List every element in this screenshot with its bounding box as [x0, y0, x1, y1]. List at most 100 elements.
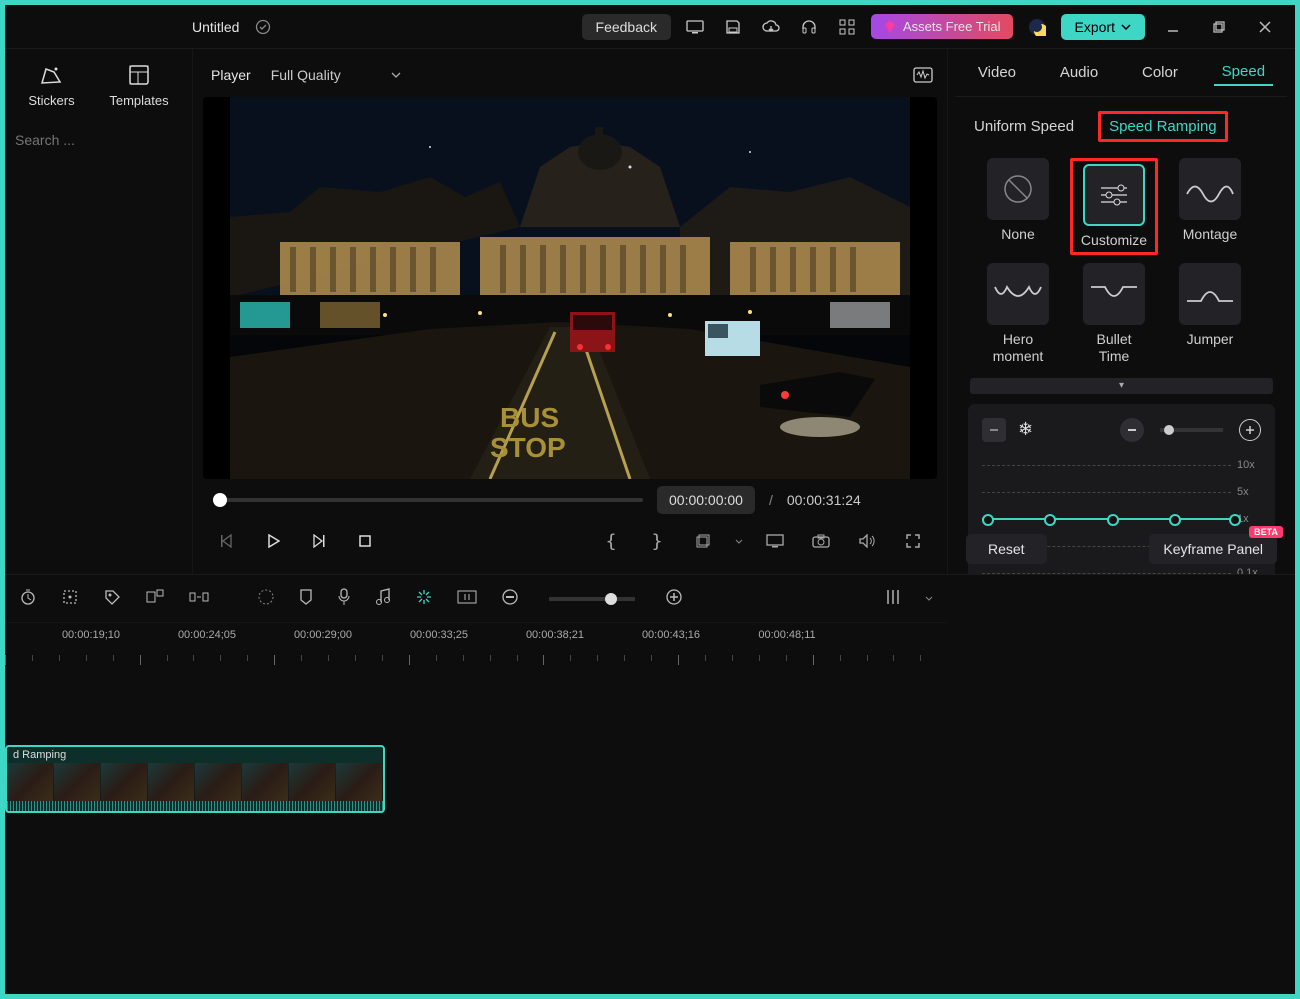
- time-divider: /: [769, 492, 773, 508]
- insert-tool[interactable]: [457, 590, 477, 607]
- tab-stickers[interactable]: Stickers: [28, 63, 74, 108]
- window-close[interactable]: [1247, 13, 1283, 41]
- zoom-slider[interactable]: [549, 597, 635, 601]
- mark-out-button[interactable]: }: [643, 527, 671, 555]
- current-time: 00:00:00:00: [657, 486, 755, 514]
- quality-label: Full Quality: [271, 67, 341, 83]
- speed-slider-handle[interactable]: [1164, 425, 1174, 435]
- feedback-button[interactable]: Feedback: [582, 14, 671, 40]
- quality-select[interactable]: Full Quality: [271, 67, 401, 83]
- diamond-icon: [883, 20, 897, 34]
- zoom-handle[interactable]: [605, 593, 617, 605]
- preset-customize[interactable]: Customize: [1075, 164, 1153, 250]
- freeze-icon[interactable]: ❄: [1018, 419, 1033, 440]
- fullscreen-button[interactable]: [899, 527, 927, 555]
- assets-trial-label: Assets Free Trial: [903, 19, 1001, 34]
- reset-button[interactable]: Reset: [966, 534, 1047, 564]
- timer-tool[interactable]: [19, 588, 37, 609]
- assets-trial-button[interactable]: Assets Free Trial: [871, 14, 1013, 39]
- prev-frame-button[interactable]: [213, 527, 241, 555]
- scrub-handle[interactable]: [213, 493, 227, 507]
- waveform-icon[interactable]: [909, 61, 937, 89]
- player-panel: Player Full Quality: [193, 49, 947, 574]
- tab-templates[interactable]: Templates: [109, 63, 168, 108]
- speed-slider[interactable]: [1160, 428, 1223, 432]
- keyframe-dot[interactable]: [1044, 514, 1056, 526]
- clip-thumbnails: [7, 763, 383, 801]
- marker-tool[interactable]: [299, 588, 313, 609]
- delete-keyframe-button[interactable]: [982, 418, 1006, 442]
- snapshot-button[interactable]: [807, 527, 835, 555]
- chevron-down-icon[interactable]: [925, 596, 933, 601]
- ruler-mark: 00:00:48;11: [758, 629, 815, 641]
- play-button[interactable]: [259, 527, 287, 555]
- headphones-icon[interactable]: [795, 13, 823, 41]
- chevron-down-icon: [391, 72, 401, 78]
- keyframe-panel-button[interactable]: BETA Keyframe Panel: [1149, 534, 1277, 564]
- keyframe-dot[interactable]: [982, 514, 994, 526]
- preset-none[interactable]: None: [974, 158, 1062, 255]
- chevron-down-icon[interactable]: [735, 539, 743, 544]
- zoom-in-button[interactable]: [665, 588, 683, 609]
- ruler-mark: 00:00:43;16: [642, 629, 700, 641]
- zoom-out-button[interactable]: [501, 588, 519, 609]
- stop-button[interactable]: [351, 527, 379, 555]
- ripple-tool[interactable]: [189, 589, 209, 608]
- video-preview[interactable]: BUS STOP: [203, 97, 937, 479]
- preset-hero[interactable]: Hero moment: [974, 263, 1062, 366]
- screen-icon[interactable]: [681, 13, 709, 41]
- customize-icon: [1097, 181, 1131, 209]
- window-maximize[interactable]: [1201, 13, 1237, 41]
- svg-text:BUS: BUS: [500, 402, 559, 433]
- apps-icon[interactable]: [833, 13, 861, 41]
- keyframe-dot[interactable]: [1169, 514, 1181, 526]
- tag-tool[interactable]: [103, 588, 121, 609]
- tab-speed[interactable]: Speed: [1214, 59, 1273, 86]
- tab-color[interactable]: Color: [1134, 60, 1186, 85]
- plus-button[interactable]: [1239, 419, 1261, 441]
- tab-video[interactable]: Video: [970, 60, 1024, 85]
- save-icon[interactable]: [719, 13, 747, 41]
- window-minimize[interactable]: [1155, 13, 1191, 41]
- preset-montage[interactable]: Montage: [1166, 158, 1254, 255]
- none-icon: [1001, 172, 1035, 206]
- volume-button[interactable]: [853, 527, 881, 555]
- export-button[interactable]: Export: [1061, 14, 1145, 40]
- minus-button[interactable]: [1120, 418, 1144, 442]
- project-title: Untitled: [192, 19, 239, 35]
- select-tool[interactable]: [61, 588, 79, 609]
- ruler-mark: 00:00:19;10: [62, 629, 120, 641]
- crop-button[interactable]: [689, 527, 717, 555]
- uniform-speed-tab[interactable]: Uniform Speed: [974, 118, 1074, 135]
- play-forward-button[interactable]: [305, 527, 333, 555]
- timeline-ruler[interactable]: 00:00:19;10 00:00:24;05 00:00:29;00 00:0…: [5, 623, 947, 665]
- clip-label: d Ramping: [7, 747, 383, 763]
- tab-audio[interactable]: Audio: [1052, 60, 1106, 85]
- hero-icon: [993, 279, 1043, 309]
- magic-tool[interactable]: [415, 588, 433, 609]
- search-input[interactable]: [15, 132, 196, 148]
- player-header-label: Player: [211, 67, 251, 83]
- preset-bullet[interactable]: Bullet Time: [1070, 263, 1158, 366]
- graph-label-01x: 0.1x: [1237, 567, 1261, 574]
- mixer-tool[interactable]: [885, 588, 901, 609]
- timeline-clip[interactable]: d Ramping: [5, 745, 385, 813]
- display-button[interactable]: [761, 527, 789, 555]
- speed-ramping-tab[interactable]: Speed Ramping: [1098, 111, 1228, 142]
- expand-presets[interactable]: ▾: [970, 378, 1273, 394]
- preset-montage-label: Montage: [1183, 226, 1237, 244]
- cloud-sync-icon[interactable]: [249, 13, 277, 41]
- mic-tool[interactable]: [337, 588, 351, 609]
- keyframe-dot[interactable]: [1107, 514, 1119, 526]
- cloud-icon[interactable]: [757, 13, 785, 41]
- dash-circle-tool[interactable]: [257, 588, 275, 609]
- clip-waveform: [7, 801, 383, 813]
- library-panel: Stickers Templates: [5, 49, 193, 574]
- music-tool[interactable]: [375, 588, 391, 609]
- preset-jumper[interactable]: Jumper: [1166, 263, 1254, 366]
- scrub-bar[interactable]: [213, 498, 643, 502]
- mark-in-button[interactable]: {: [597, 527, 625, 555]
- keyframe-dot[interactable]: [1229, 514, 1241, 526]
- theme-icon[interactable]: [1023, 13, 1051, 41]
- group-tool[interactable]: [145, 588, 165, 609]
